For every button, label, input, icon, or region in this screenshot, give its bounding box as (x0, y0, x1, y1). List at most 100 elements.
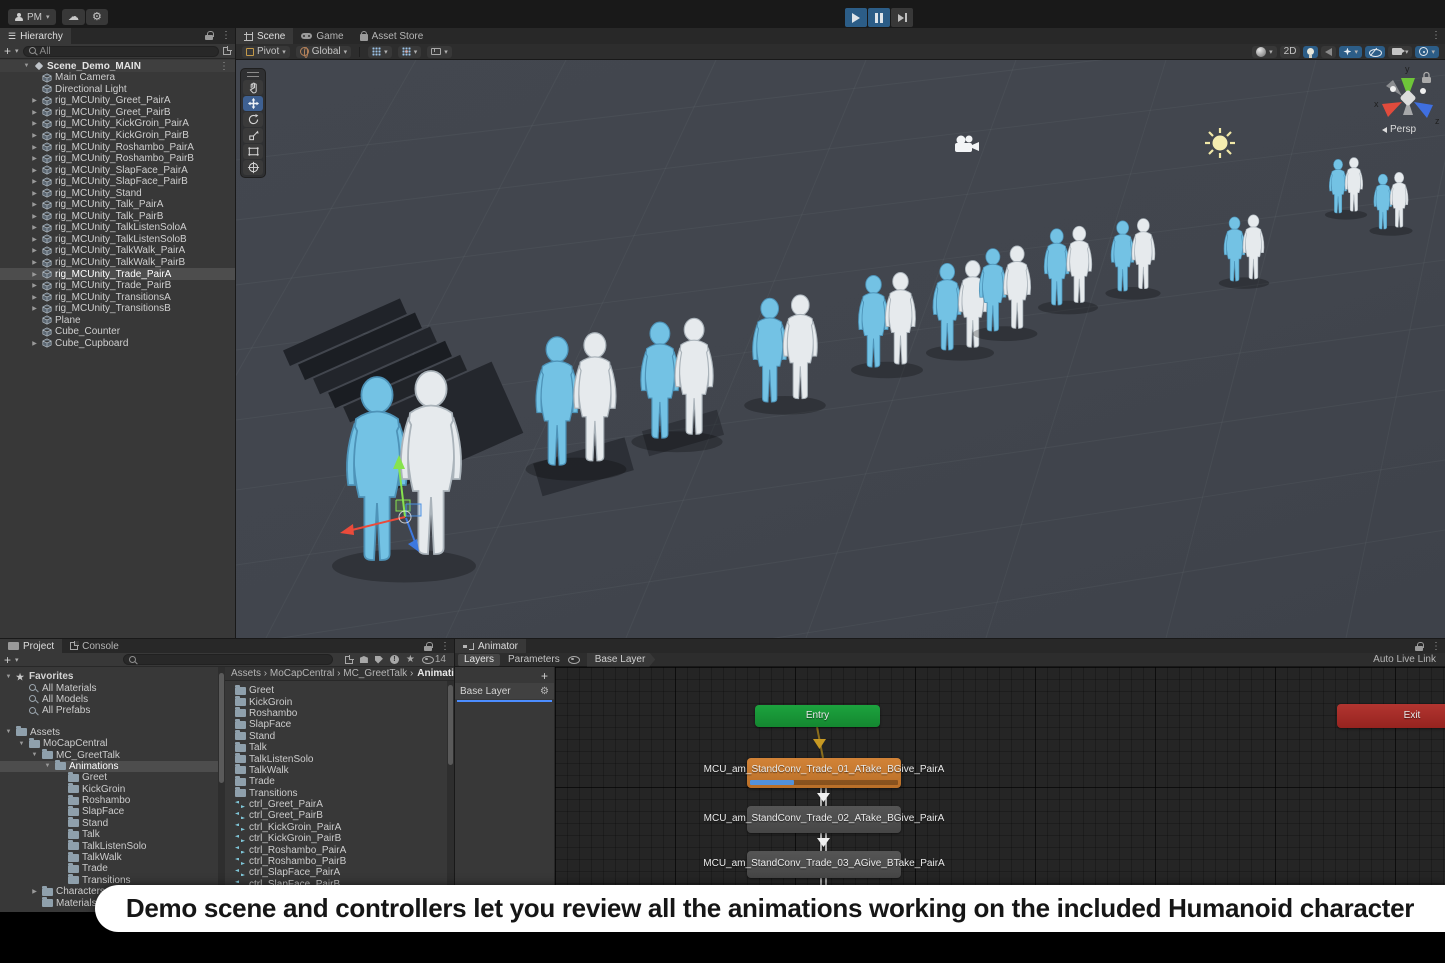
project-tree-item[interactable]: Roshambo (0, 795, 218, 806)
perspective-label[interactable]: Persp (1382, 124, 1416, 135)
tab-hierarchy[interactable]: ☰ Hierarchy (0, 28, 71, 44)
shading-mode-dropdown[interactable]: ▾ (1252, 46, 1277, 58)
project-file-item[interactable]: ctrl_Greet_PairB (225, 810, 454, 821)
hierarchy-item[interactable]: ▶ rig_MCUnity_Roshambo_PairB (0, 153, 235, 165)
project-search-input[interactable] (123, 654, 333, 665)
hierarchy-search-input[interactable]: All (23, 46, 219, 57)
project-file-item[interactable]: ctrl_SlapFace_PairA (225, 867, 454, 878)
project-file-item[interactable]: KickGroin (225, 696, 454, 707)
foldout-icon[interactable]: ▶ (30, 247, 39, 254)
project-tree-item[interactable]: Stand (0, 818, 218, 829)
add-layer-button[interactable]: + (541, 669, 548, 683)
hierarchy-item[interactable]: ▶ rig_MCUnity_KickGroin_PairA (0, 118, 235, 130)
project-tree-item[interactable]: KickGroin (0, 784, 218, 795)
hierarchy-item[interactable]: ▶ rig_MCUnity_Trade_PairA (0, 268, 235, 280)
project-file-item[interactable]: Stand (225, 731, 454, 742)
sun-light-icon[interactable] (1205, 128, 1235, 158)
project-file-item[interactable]: TalkListenSolo (225, 753, 454, 764)
layer-breadcrumb[interactable]: Base Layer (587, 653, 656, 667)
project-tree-item[interactable]: ▼ MoCapCentral (0, 738, 218, 749)
kebab-menu-icon[interactable]: ⋮ (221, 30, 231, 41)
tab-console[interactable]: Console (62, 639, 127, 653)
camera-gizmo-icon[interactable] (955, 136, 979, 153)
hierarchy-item[interactable]: ▶ rig_MCUnity_TalkListenSoloA (0, 222, 235, 234)
project-tree-item[interactable]: ▼ Assets (0, 727, 218, 738)
foldout-icon[interactable]: ▶ (30, 109, 39, 116)
orientation-gizmo[interactable]: x y z (1374, 64, 1440, 126)
step-button[interactable] (891, 8, 913, 27)
hierarchy-item[interactable]: ▶ rig_MCUnity_Stand (0, 187, 235, 199)
foldout-icon[interactable]: ▼ (4, 674, 13, 680)
state-exit[interactable]: Exit (1337, 704, 1445, 728)
foldout-icon[interactable]: ▼ (30, 752, 39, 758)
hierarchy-item[interactable]: ▶ rig_MCUnity_KickGroin_PairB (0, 130, 235, 142)
tab-scene[interactable]: Scene (236, 28, 293, 44)
camera-settings-dropdown[interactable]: ▾ (1388, 46, 1413, 58)
foldout-icon[interactable]: ▶ (30, 190, 39, 197)
hierarchy-scene-root[interactable]: ▼ Scene_Demo_MAIN ⋮ (0, 60, 235, 72)
foldout-icon[interactable]: ▶ (30, 132, 39, 139)
hierarchy-item[interactable]: ▶ rig_MCUnity_SlapFace_PairB (0, 176, 235, 188)
foldout-icon[interactable]: ▶ (30, 282, 39, 289)
state-trade-01[interactable]: MCU_am_StandConv_Trade_01_ATake_BGive_Pa… (747, 758, 901, 788)
project-tree-item[interactable]: TalkWalk (0, 852, 218, 863)
project-tree-item[interactable]: All Materials (0, 682, 218, 693)
state-entry[interactable]: Entry (755, 705, 880, 727)
snap-increment-button[interactable]: ▾ (398, 46, 422, 58)
project-tree-item[interactable]: All Models (0, 694, 218, 705)
project-file-item[interactable]: SlapFace (225, 719, 454, 730)
lighting-toggle[interactable] (1303, 46, 1318, 58)
layers-tab-button[interactable]: Layers (458, 654, 500, 666)
tool-scale[interactable] (243, 128, 263, 143)
parameters-tab-button[interactable]: Parameters (502, 654, 566, 666)
project-file-item[interactable]: ctrl_KickGroin_PairB (225, 833, 454, 844)
create-asset-button[interactable]: + (4, 654, 11, 666)
scene-viewport[interactable]: x y z (236, 60, 1445, 638)
hierarchy-item[interactable]: ▶ rig_MCUnity_Roshambo_PairA (0, 141, 235, 153)
hierarchy-item[interactable]: Directional Light (0, 84, 235, 96)
foldout-icon[interactable]: ▶ (30, 340, 39, 347)
project-file-item[interactable]: Roshambo (225, 708, 454, 719)
foldout-icon[interactable]: ▶ (30, 178, 39, 185)
hierarchy-item[interactable]: ▶ rig_MCUnity_Greet_PairB (0, 107, 235, 119)
foldout-icon[interactable]: ▶ (30, 294, 39, 301)
2d-toggle[interactable]: 2D (1280, 46, 1301, 58)
hierarchy-item[interactable]: ▶ rig_MCUnity_TalkWalk_PairB (0, 257, 235, 269)
add-dropdown-icon[interactable]: ▾ (15, 47, 19, 55)
layer-settings-gear-icon[interactable]: ⚙ (540, 686, 549, 697)
state-machine-graph[interactable]: Entry Exit MCU_am_StandConv_Trade_01_ATa… (555, 667, 1445, 912)
foldout-icon[interactable]: ▶ (30, 97, 39, 104)
favorites-star-icon[interactable]: ★ (406, 655, 415, 665)
lock-icon[interactable] (1415, 642, 1423, 651)
hierarchy-item[interactable]: ▶ rig_MCUnity_SlapFace_PairA (0, 164, 235, 176)
foldout-icon[interactable]: ▶ (30, 236, 39, 243)
foldout-icon[interactable]: ▶ (30, 155, 39, 162)
grid-visibility-button[interactable]: ▾ (368, 46, 392, 58)
hierarchy-item[interactable]: Cube_Counter (0, 326, 235, 338)
project-tree-item[interactable]: Greet (0, 772, 218, 783)
project-tree-item[interactable]: Trade (0, 863, 218, 874)
gizmos-toggle[interactable]: ▾ (1415, 46, 1439, 58)
scene-kebab-icon[interactable]: ⋮ (219, 61, 229, 72)
project-file-item[interactable]: ctrl_Roshambo_PairB (225, 856, 454, 867)
foldout-icon[interactable]: ▶ (30, 305, 39, 312)
hierarchy-item[interactable]: ▶ rig_MCUnity_TalkListenSoloB (0, 234, 235, 246)
create-dropdown-icon[interactable]: ▾ (15, 656, 19, 664)
project-tree-item[interactable]: ▼ MC_GreetTalk (0, 749, 218, 760)
kebab-menu-icon[interactable]: ⋮ (440, 641, 450, 652)
auto-live-link-button[interactable]: Auto Live Link (1373, 654, 1442, 665)
lock-icon[interactable] (205, 31, 213, 40)
tool-rotate[interactable] (243, 112, 263, 127)
cloud-button[interactable]: ☁ (62, 9, 85, 25)
project-tree-item[interactable]: Talk (0, 829, 218, 840)
hierarchy-item[interactable]: ▶ rig_MCUnity_Talk_PairB (0, 211, 235, 223)
project-file-item[interactable]: Greet (225, 685, 454, 696)
kebab-menu-icon[interactable]: ⋮ (1431, 30, 1441, 41)
foldout-icon[interactable]: ▶ (30, 213, 39, 220)
foldout-icon[interactable]: ▼ (17, 741, 26, 747)
foldout-icon[interactable]: ▶ (30, 271, 39, 278)
file-list-scrollbar[interactable] (447, 681, 454, 912)
project-file-item[interactable]: ctrl_Greet_PairA (225, 799, 454, 810)
foldout-open-icon[interactable]: ▼ (22, 63, 31, 69)
project-file-item[interactable]: Talk (225, 742, 454, 753)
